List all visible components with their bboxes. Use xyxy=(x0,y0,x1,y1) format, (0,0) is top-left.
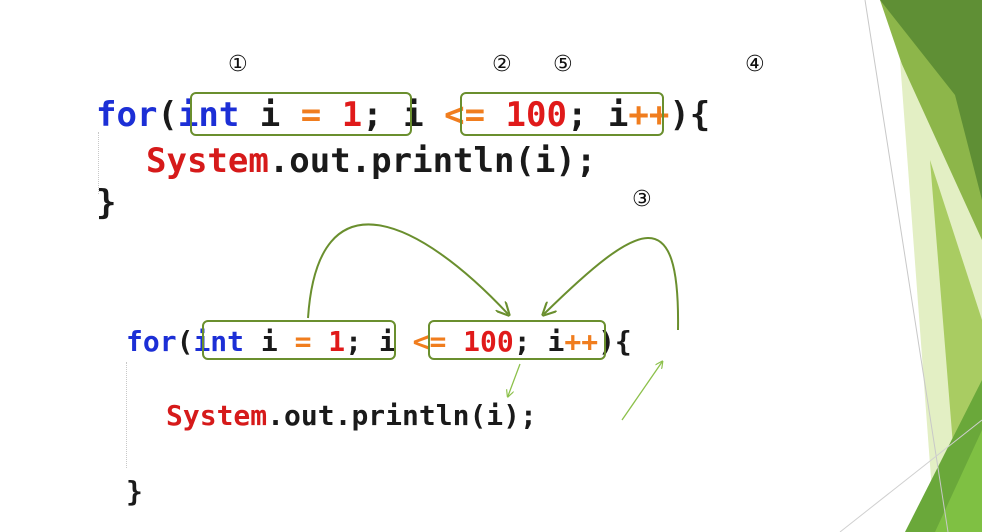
step-marker-3: ③ xyxy=(632,187,652,212)
top-code-line-2: System.out.println(i); xyxy=(146,144,596,178)
green-facet-light-top xyxy=(880,0,982,300)
green-facet-dark-bottom xyxy=(905,380,982,532)
green-facet-mid xyxy=(930,160,982,532)
step-marker-4: ④ xyxy=(745,52,765,77)
paren-open: ( xyxy=(176,325,194,358)
paren-open: ( xyxy=(157,95,178,135)
bottom-code-line-2: System.out.println(i); xyxy=(166,402,537,430)
bottom-code-line-3: } xyxy=(126,478,143,506)
keyword-for: for xyxy=(96,95,158,135)
top-condition-box xyxy=(460,92,664,136)
keyword-for: for xyxy=(126,325,177,358)
println-call: .out.println(i); xyxy=(267,399,537,432)
arrow-body-to-increment xyxy=(621,362,662,421)
closing-brace: } xyxy=(96,183,117,223)
bottom-condition-box xyxy=(428,320,606,360)
arrow-increment-to-condition xyxy=(544,237,680,331)
paren-close-brace: ){ xyxy=(669,95,711,135)
thin-decor-line-2 xyxy=(839,419,982,532)
class-system: System xyxy=(146,141,269,181)
thin-decor-line-1 xyxy=(864,0,949,532)
bottom-code-gutter xyxy=(126,362,127,468)
println-call: .out.println(i); xyxy=(268,141,597,181)
step-marker-5: ⑤ xyxy=(553,52,573,77)
class-system: System xyxy=(166,399,268,432)
flow-arrows xyxy=(307,223,680,421)
step-marker-2: ② xyxy=(492,52,512,77)
green-facet-dark-top xyxy=(880,0,982,200)
decorative-background-shapes xyxy=(839,0,982,532)
bottom-init-box xyxy=(202,320,396,360)
green-facet-pale xyxy=(900,60,982,532)
green-facet-bright-bottom xyxy=(935,430,982,532)
top-code-line-3: } xyxy=(96,186,116,220)
arrow-condition-to-body xyxy=(508,363,521,396)
top-init-box xyxy=(190,92,412,136)
arrow-init-to-condition xyxy=(307,223,508,319)
closing-brace: } xyxy=(126,475,143,508)
step-marker-1: ① xyxy=(228,52,248,77)
